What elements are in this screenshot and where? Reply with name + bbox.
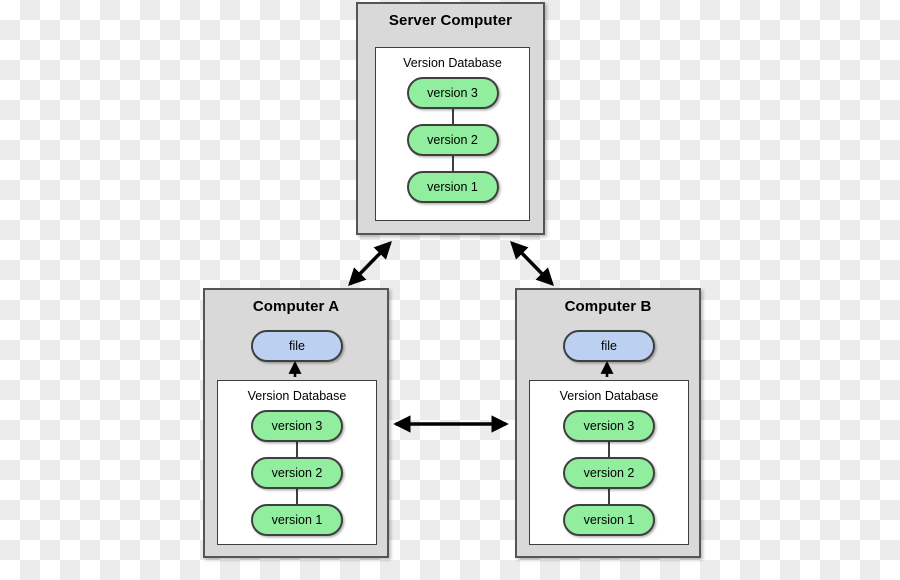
computer-a-version-3-pill[interactable]: version 3 [251, 410, 343, 442]
server-version-1-pill[interactable]: version 1 [406, 171, 499, 203]
server-computer-title: Server Computer [388, 12, 513, 29]
server-version-3-pill[interactable]: version 3 [406, 77, 499, 109]
version-connector-line [296, 489, 298, 504]
computer-b-version-3-pill[interactable]: version 3 [563, 410, 655, 442]
version-connector-line [608, 442, 610, 457]
server-version-2-pill[interactable]: version 2 [406, 124, 499, 156]
computer-b-version-1-pill[interactable]: version 1 [563, 504, 655, 536]
diagram-canvas: Server Computer Version Database version… [0, 0, 900, 580]
computer-b-version-2-pill[interactable]: version 2 [563, 457, 655, 489]
server-computer-box[interactable]: Server Computer Version Database version… [356, 2, 545, 235]
computer-b-title: Computer B [564, 298, 652, 315]
server-version-database-box[interactable]: Version Database version 3 version 2 ver… [375, 47, 530, 221]
computer-b-version-database-title: Version Database [559, 389, 659, 403]
computer-a-box[interactable]: Computer A file Version Database version… [203, 288, 389, 558]
arrow-server-to-computer-a [348, 240, 392, 287]
computer-a-version-database-box[interactable]: Version Database version 3 version 2 ver… [217, 380, 377, 545]
computer-b-file-pill[interactable]: file [563, 330, 655, 362]
server-version-list: version 3 version 2 version 1 [376, 77, 529, 203]
arrow-server-to-computer-b [510, 240, 554, 287]
computer-a-version-2-pill[interactable]: version 2 [251, 457, 343, 489]
version-connector-line [451, 109, 454, 124]
server-version-database-title: Version Database [403, 56, 502, 70]
version-connector-line [296, 442, 298, 457]
computer-a-version-1-pill[interactable]: version 1 [251, 504, 343, 536]
version-connector-line [451, 156, 454, 171]
computer-a-version-list: version 3 version 2 version 1 [218, 410, 376, 536]
computer-a-version-database-title: Version Database [247, 389, 347, 403]
version-connector-line [608, 489, 610, 504]
computer-b-version-list: version 3 version 2 version 1 [530, 410, 688, 536]
computer-a-file-pill[interactable]: file [251, 330, 343, 362]
computer-b-version-database-box[interactable]: Version Database version 3 version 2 ver… [529, 380, 689, 545]
computer-a-title: Computer A [252, 298, 340, 315]
computer-b-box[interactable]: Computer B file Version Database version… [515, 288, 701, 558]
